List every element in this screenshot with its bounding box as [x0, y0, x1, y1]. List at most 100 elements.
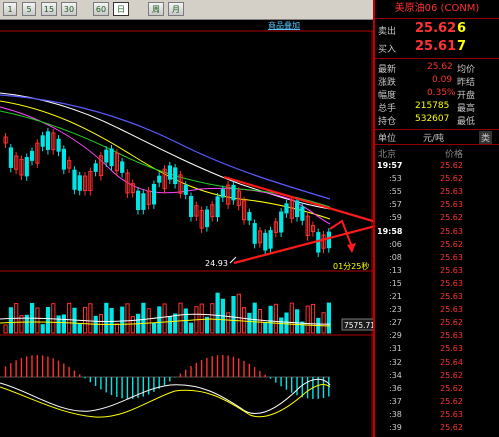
ma-yellow-line — [0, 100, 331, 220]
period-month-button[interactable]: 月 — [168, 2, 184, 16]
tick-price: 25.63 — [440, 226, 463, 236]
volume-bar — [279, 317, 284, 334]
tick-time: :15 — [389, 278, 402, 288]
period-60min-button[interactable]: 60 — [93, 2, 109, 16]
candle-body — [77, 175, 82, 191]
candle-body — [183, 184, 188, 195]
volume-bar — [310, 303, 316, 334]
tick-row: :37 25.62 — [375, 397, 499, 409]
volume-bar — [236, 293, 241, 334]
candle-body — [167, 165, 173, 180]
open-interest-label: 持仓 — [378, 117, 397, 127]
volume-bar — [141, 302, 146, 334]
tick-price: 25.62 — [440, 423, 463, 432]
volume-bar — [178, 302, 183, 334]
period-day-button[interactable]: 日 — [113, 2, 129, 16]
volume-bar — [151, 323, 157, 334]
divider — [375, 18, 499, 19]
prev-settle-label: 昨结 — [457, 78, 476, 88]
tick-price: 25.62 — [440, 174, 463, 184]
time-column-header: 北京 — [378, 150, 397, 160]
kline-chart: 24.93 01分25秒 7575.71 — [0, 30, 373, 437]
volume-bar — [268, 305, 273, 334]
volume-bar — [167, 316, 173, 334]
tick-row: :55 25.63 — [375, 187, 499, 199]
candle-body — [40, 135, 45, 147]
tick-price: 25.63 — [440, 252, 463, 262]
candle-body — [72, 169, 77, 190]
volume-bar — [61, 314, 66, 334]
period-week-button[interactable]: 周 — [148, 2, 164, 16]
candle-body — [252, 223, 257, 244]
volume-bar — [263, 321, 268, 334]
candle-body — [220, 189, 226, 198]
volume-bar — [130, 316, 135, 334]
tick-time: :08 — [389, 252, 402, 262]
volume-bar — [189, 322, 194, 334]
candle-body — [284, 203, 289, 214]
unit-value: 元/吨 — [423, 134, 445, 144]
tick-price: 25.62 — [440, 396, 463, 406]
candle-body — [109, 148, 114, 167]
volume-bar — [51, 303, 56, 334]
tick-price: 25.63 — [440, 305, 463, 315]
volume-bar — [226, 312, 231, 334]
volume-bar — [67, 302, 72, 334]
candle-body — [104, 149, 109, 163]
tick-time: :29 — [389, 331, 402, 341]
period-15min-button[interactable]: 15 — [41, 2, 57, 16]
sell-price: 25.62 — [415, 21, 457, 36]
chart-area[interactable]: 商品叠加 24.93 01分25秒 7575.71 — [0, 19, 373, 437]
tick-row: :23 25.63 — [375, 305, 499, 317]
tick-time: :34 — [389, 370, 402, 380]
unit-tab[interactable]: 类 — [479, 131, 493, 144]
tick-row: :38 25.63 — [375, 410, 499, 422]
tick-time: :59 — [389, 213, 402, 223]
volume-bar — [146, 308, 151, 334]
low-label: 最低 — [457, 117, 476, 127]
volume-bar — [104, 302, 109, 334]
volume-bar — [162, 303, 167, 334]
tick-row: 19:57 25.62 — [375, 161, 499, 173]
unit-label: 单位 — [378, 134, 397, 144]
period-5min-button[interactable]: 5 — [22, 2, 36, 16]
tick-time: 19:57 — [377, 161, 403, 170]
volume-bar — [199, 303, 204, 334]
macd-dea-line — [0, 384, 331, 418]
volume-bar — [88, 303, 93, 334]
countdown-label: 01分25秒 — [333, 261, 369, 271]
candle-body — [141, 193, 146, 210]
tick-price: 25.62 — [440, 318, 463, 328]
candle-body — [189, 196, 194, 217]
latest-value: 25.62 — [427, 62, 453, 72]
buy-label: 买入 — [378, 45, 397, 55]
buy-qty: 7 — [457, 39, 467, 54]
tick-row: :13 25.63 — [375, 266, 499, 278]
tick-row: :27 25.62 — [375, 318, 499, 330]
volume-bar — [326, 302, 331, 334]
volume-bar — [125, 303, 130, 334]
tick-time: :53 — [389, 174, 402, 184]
tick-row: :57 25.63 — [375, 200, 499, 212]
change-label: 涨跌 — [378, 78, 397, 88]
candle-body — [263, 232, 268, 251]
tick-row: :59 25.62 — [375, 213, 499, 225]
candle-body — [326, 231, 331, 249]
volume-bar — [215, 292, 220, 334]
tick-row: :36 25.62 — [375, 384, 499, 396]
period-1min-button[interactable]: 1 — [3, 2, 17, 16]
volume-bar — [284, 312, 289, 334]
volume-bar — [45, 307, 51, 334]
volume-bar — [231, 295, 236, 334]
candle-body — [204, 209, 210, 228]
volume-bar — [120, 306, 125, 334]
candle-body — [173, 167, 178, 185]
volume-bar — [210, 303, 215, 334]
tick-price: 25.63 — [440, 187, 463, 197]
tick-row: :31 25.63 — [375, 344, 499, 356]
volume-bar — [35, 307, 40, 334]
period-30min-button[interactable]: 30 — [61, 2, 77, 16]
candle-body — [279, 211, 284, 233]
tick-time: :31 — [389, 344, 402, 354]
tick-time: 19:58 — [377, 226, 403, 236]
